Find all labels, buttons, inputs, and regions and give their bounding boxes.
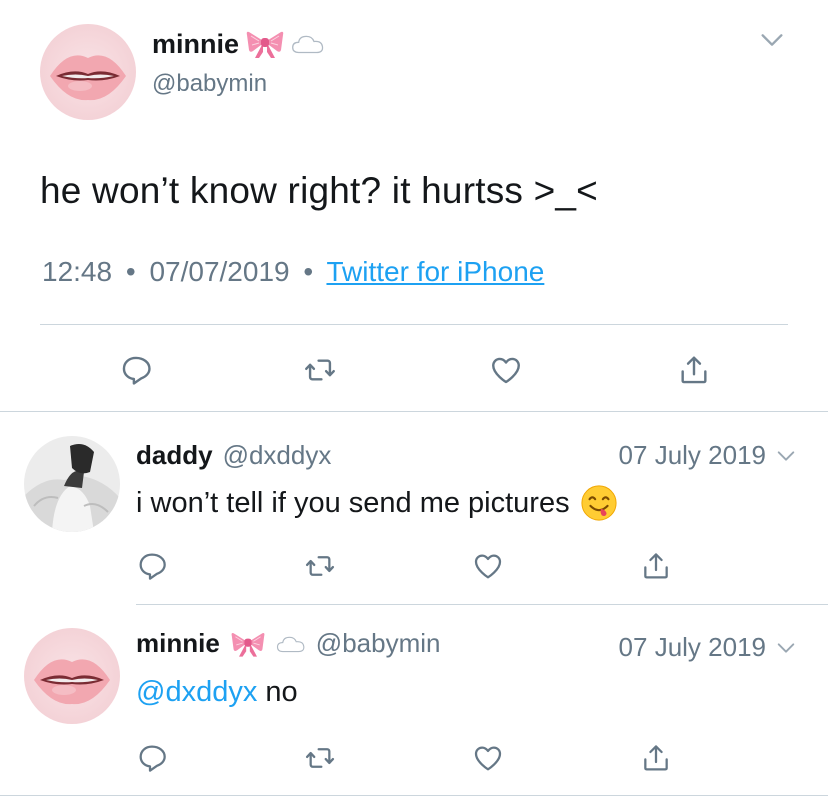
reply-date-text: 07 July 2019 (618, 440, 766, 470)
meta-separator: • (303, 256, 314, 287)
tweet-date: 07/07/2019 (149, 256, 290, 287)
reply-button[interactable] (132, 546, 172, 586)
cloud-emoji (276, 633, 306, 655)
cloud-emoji (291, 32, 325, 56)
ribbon-emoji (245, 28, 285, 60)
reply-avatar[interactable] (24, 628, 120, 724)
retweet-button[interactable] (300, 738, 340, 778)
like-button[interactable] (486, 350, 526, 390)
main-avatar[interactable] (40, 24, 136, 120)
divider (136, 604, 828, 605)
reply-author-handle[interactable]: @dxddyx (223, 440, 332, 471)
like-icon (489, 353, 523, 387)
yum-face-emoji (580, 484, 618, 522)
divider (0, 411, 828, 412)
reply-header: daddy @dxddyx (136, 440, 331, 471)
reply-date-text: 07 July 2019 (618, 632, 766, 662)
retweet-button[interactable] (300, 350, 340, 390)
main-tweet-meta: 12:48 • 07/07/2019 • Twitter for iPhone (42, 256, 544, 288)
main-tweet-text: he won’t know right? it hurtss >_< (40, 170, 598, 211)
divider (40, 324, 788, 325)
divider (0, 795, 828, 796)
reply-icon (136, 550, 168, 582)
share-button[interactable] (636, 738, 676, 778)
chevron-down-icon[interactable] (774, 637, 798, 659)
chevron-down-icon[interactable] (754, 26, 790, 54)
reply-text-body: no (265, 676, 298, 708)
share-button[interactable] (636, 546, 676, 586)
reply-author-handle[interactable]: @babymin (316, 628, 441, 659)
share-button[interactable] (674, 350, 714, 390)
reply-text-body: i won’t tell if you send me pictures (136, 486, 570, 519)
tweet-time: 12:48 (42, 256, 113, 287)
tweet-source-link[interactable]: Twitter for iPhone (326, 256, 544, 287)
like-icon (472, 742, 504, 774)
retweet-icon (303, 353, 337, 387)
reply-mention-link[interactable]: @dxddyx (136, 676, 257, 708)
reply-header: minnie @babymin (136, 628, 440, 659)
main-author-handle[interactable]: @babymin (152, 70, 267, 98)
reply-icon (119, 353, 153, 387)
reply-text: @dxddyx no (136, 676, 298, 709)
reply-author-name[interactable]: daddy (136, 440, 213, 471)
like-button[interactable] (468, 738, 508, 778)
retweet-icon (304, 742, 336, 774)
reply-author-name[interactable]: minnie (136, 628, 220, 659)
share-icon (677, 353, 711, 387)
ribbon-emoji (230, 629, 266, 659)
reply-date: 07 July 2019 (619, 632, 798, 663)
retweet-button[interactable] (300, 546, 340, 586)
share-icon (640, 550, 672, 582)
main-author-name-text[interactable]: minnie (152, 29, 239, 60)
like-icon (472, 550, 504, 582)
reply-icon (136, 742, 168, 774)
reply-date: 07 July 2019 (619, 440, 798, 471)
share-icon (640, 742, 672, 774)
like-button[interactable] (468, 546, 508, 586)
meta-separator: • (125, 256, 136, 287)
reply-avatar[interactable] (24, 436, 120, 532)
reply-button[interactable] (132, 738, 172, 778)
main-author-name[interactable]: minnie (152, 28, 325, 60)
reply-text: i won’t tell if you send me pictures (136, 484, 618, 522)
retweet-icon (304, 550, 336, 582)
chevron-down-icon[interactable] (774, 445, 798, 467)
reply-button[interactable] (116, 350, 156, 390)
